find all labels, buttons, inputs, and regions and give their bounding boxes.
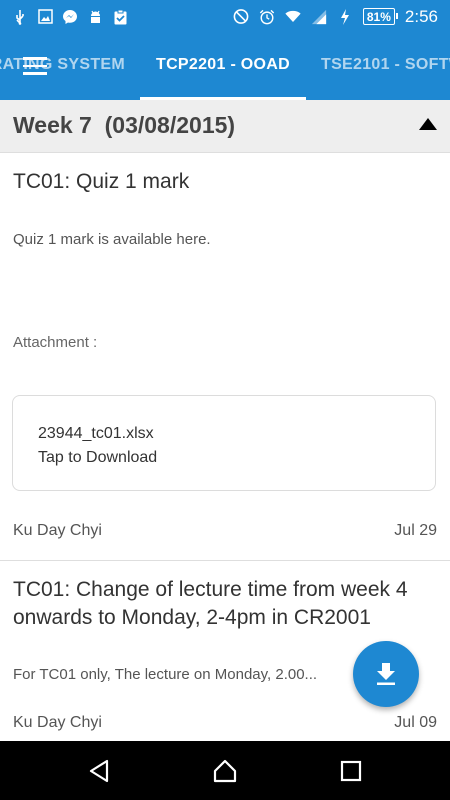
attachment-filename: 23944_tc01.xlsx [38,425,154,442]
charging-icon [337,8,353,25]
post-title: TC01: Quiz 1 mark [13,170,190,193]
android-icon [87,9,103,25]
download-fab[interactable] [353,641,419,707]
back-icon[interactable] [87,758,113,784]
do-not-disturb-icon [233,9,249,25]
status-bar: 81% 2:56 [0,0,450,33]
tab-bar: OPERATING SYSTEM TCP2201 - OOAD TSE2101 … [0,33,450,100]
home-icon[interactable] [212,758,238,784]
post-body: Quiz 1 mark is available here. [13,231,211,248]
menu-icon[interactable] [23,57,47,75]
post-author: Ku Day Chyi [13,714,102,731]
usb-icon [12,9,28,25]
wifi-icon [285,9,301,25]
messenger-icon [62,9,78,25]
post-date: Jul 09 [394,714,437,731]
tab-tcp2201-ooad[interactable]: TCP2201 - OOAD [156,33,290,100]
tap-to-download[interactable]: Tap to Download [38,449,157,467]
week-title: Week 7 (03/08/2015) [13,112,236,138]
recents-icon[interactable] [338,758,364,784]
download-icon [375,662,397,686]
divider [0,560,450,561]
tab-operating-system[interactable]: OPERATING SYSTEM [0,33,125,100]
clock: 2:56 [404,6,438,26]
week-header[interactable]: Week 7 (03/08/2015) [0,100,450,153]
attachment-card[interactable]: 23944_tc01.xlsx Tap to Download [12,395,436,491]
post-title-line-1: TC01: Change of lecture time from week 4 [13,578,408,601]
signal-icon [311,9,327,25]
image-icon [37,9,53,25]
clipboard-check-icon [112,9,128,25]
collapse-arrow-icon[interactable] [418,117,438,136]
post-date: Jul 29 [394,522,437,539]
post-author: Ku Day Chyi [13,522,102,539]
alarm-icon [259,9,275,25]
post-title-line-2: onwards to Monday, 2-4pm in CR2001 [13,606,371,629]
attachment-label: Attachment : [13,334,98,351]
battery-indicator: 81% [362,8,398,25]
tab-tse2101[interactable]: TSE2101 - SOFTWARE ENGINEERING [321,33,450,100]
navigation-bar [0,741,450,800]
